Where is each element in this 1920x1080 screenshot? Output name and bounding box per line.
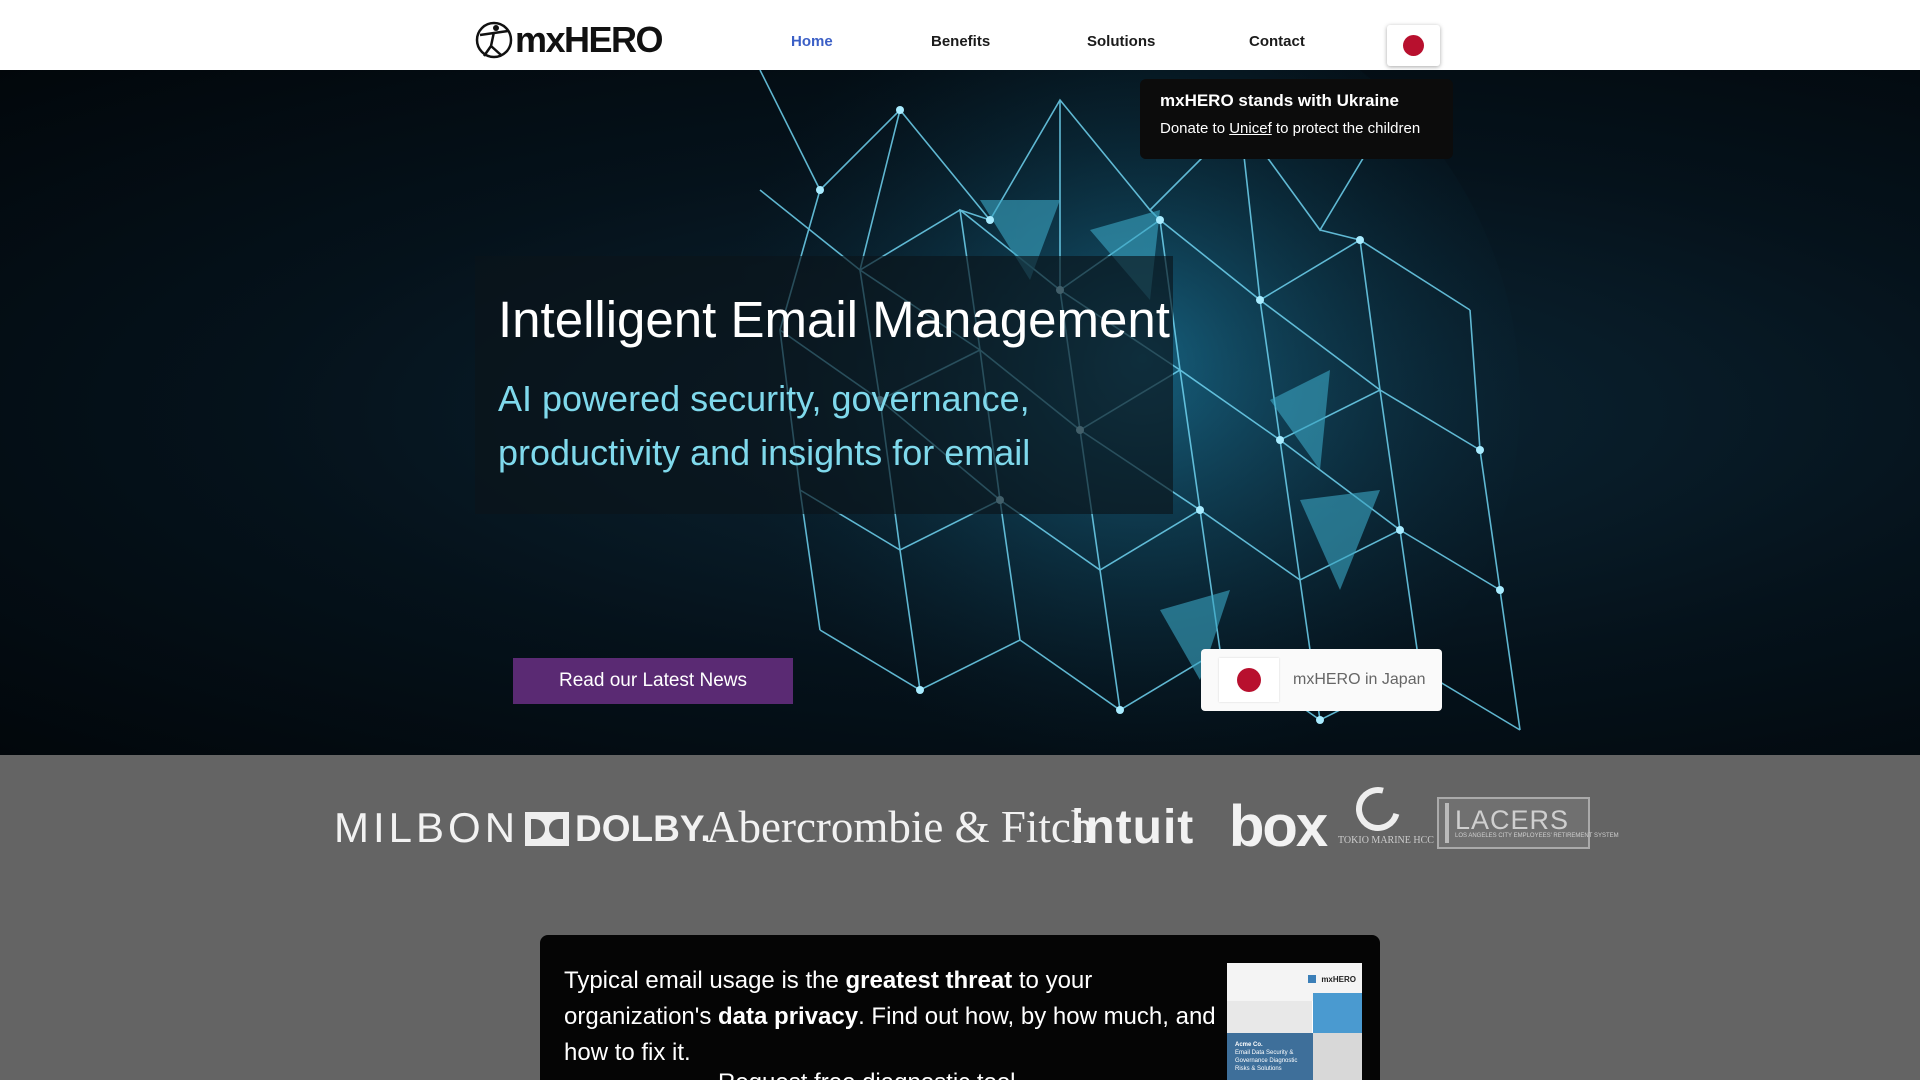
- dolby-mark-icon: [525, 812, 569, 846]
- diagnostic-promo-card: Typical email usage is the greatest thre…: [540, 935, 1380, 1080]
- lacers-logo: LACERS LOS ANGELES CITY EMPLOYEES' RETIR…: [1437, 797, 1619, 849]
- read-latest-news-button[interactable]: Read our Latest News: [513, 658, 793, 704]
- promo-text: Typical email usage is the greatest thre…: [564, 963, 1244, 1071]
- promo-bold-threat: greatest threat: [845, 967, 1013, 994]
- nav-home[interactable]: Home: [791, 33, 833, 50]
- hero-text-panel: Intelligent Email Management AI powered …: [475, 256, 1173, 514]
- abercrombie-logo: Abercrombie & Fitch: [706, 802, 1094, 852]
- ukraine-donate-prefix: Donate to: [1160, 120, 1226, 137]
- box-logo: box: [1229, 794, 1328, 859]
- promo-text-part: Typical email usage is the: [564, 967, 839, 994]
- tokio-marine-logo: TOKIO MARINE HCC: [1338, 778, 1434, 847]
- mxhero-japan-label: mxHERO in Japan: [1293, 671, 1426, 688]
- japan-flag-icon: [1219, 658, 1279, 702]
- nav-solutions[interactable]: Solutions: [1087, 33, 1155, 50]
- doc-line: Risks & Solutions: [1235, 1066, 1282, 1072]
- language-japan-button[interactable]: [1387, 25, 1440, 66]
- ukraine-donate-suffix: to protect the children: [1275, 120, 1421, 137]
- japan-flag-icon: [1403, 35, 1424, 56]
- doc-line: Governance Diagnostic: [1235, 1058, 1298, 1064]
- client-logos-strip: MILBON DOLBY. Abercrombie & Fitch intuit…: [0, 755, 1920, 905]
- request-diagnostic-link[interactable]: Request free diagnostic tool: [718, 1069, 1016, 1080]
- ukraine-donate-line: Donate to Unicef to protect the children: [1160, 120, 1453, 137]
- hero-subtitle: AI powered security, governance, product…: [498, 378, 1031, 473]
- dolby-logo: DOLBY.: [525, 808, 711, 850]
- doc-company: Acme Co.: [1235, 1042, 1263, 1048]
- tokio-marine-mark-icon: [1347, 778, 1409, 840]
- ukraine-banner: mxHERO stands with Ukraine Donate to Uni…: [1140, 79, 1453, 159]
- lacers-mark-icon: [1445, 803, 1449, 843]
- mxhero-japan-button[interactable]: mxHERO in Japan: [1201, 649, 1442, 711]
- site-header: mxHERO Home Benefits Solutions Contact: [0, 0, 1920, 70]
- ukraine-title: mxHERO stands with Ukraine: [1160, 91, 1400, 110]
- intuit-logo: intuit: [1071, 801, 1195, 854]
- hero-section: mxHERO stands with Ukraine Donate to Uni…: [0, 70, 1920, 755]
- promo-bold-privacy: data privacy: [718, 1003, 859, 1030]
- lacers-title: LACERS: [1455, 804, 1570, 835]
- vitruvian-logo-icon: [475, 21, 513, 59]
- hero-title: Intelligent Email Management: [498, 291, 1170, 348]
- milbon-logo: MILBON: [334, 804, 520, 851]
- nav-benefits[interactable]: Benefits: [931, 33, 990, 50]
- tokio-marine-text: TOKIO MARINE HCC: [1338, 835, 1434, 846]
- lacers-subtitle: LOS ANGELES CITY EMPLOYEES' RETIREMENT S…: [1455, 832, 1619, 839]
- diagnostic-report-thumbnail[interactable]: mxHERO Acme Co. Email Data Security & Go…: [1227, 963, 1362, 1080]
- doc-brand: mxHERO: [1321, 975, 1356, 984]
- unicef-link[interactable]: Unicef: [1229, 120, 1272, 137]
- doc-line: Email Data Security &: [1235, 1050, 1294, 1056]
- logo-text: mxHERO: [515, 19, 664, 60]
- doc-brand-icon: [1308, 975, 1316, 983]
- dolby-logo-text: DOLBY.: [575, 808, 711, 849]
- doc-cover-text: Acme Co. Email Data Security & Governanc…: [1235, 1041, 1297, 1073]
- nav-contact[interactable]: Contact: [1249, 33, 1305, 50]
- mxhero-logo[interactable]: mxHERO: [474, 17, 664, 63]
